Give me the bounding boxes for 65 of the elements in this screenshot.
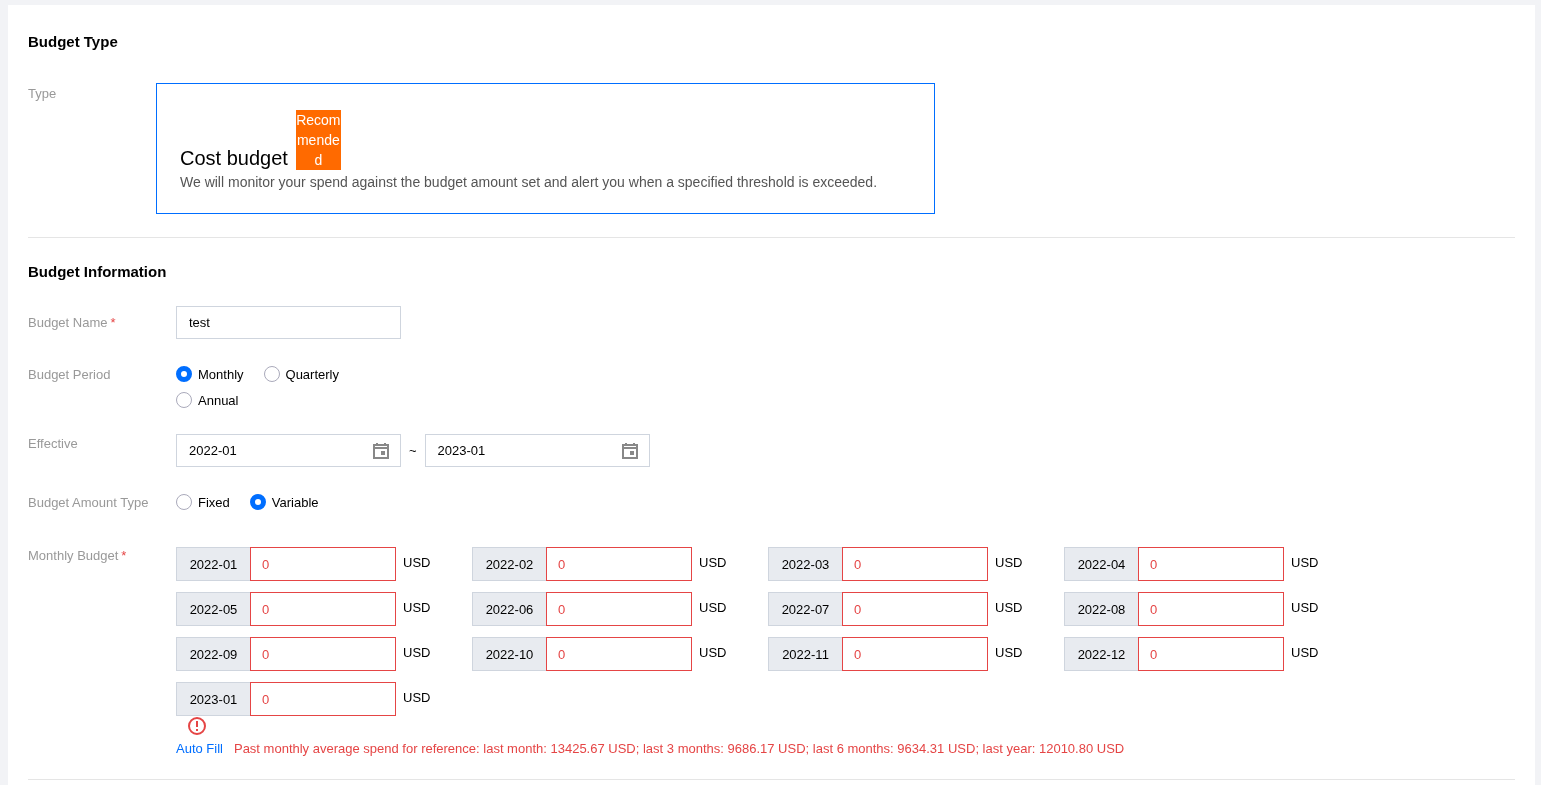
- currency-label: USD: [403, 555, 431, 570]
- card-description: We will monitor your spend against the budget amount set and alert you when a specified threshold is exceeded.: [180, 174, 879, 190]
- calendar-icon[interactable]: [620, 441, 639, 460]
- month-label: 2022-03: [768, 547, 842, 581]
- calendar-icon[interactable]: [372, 441, 390, 460]
- currency-label: USD: [403, 690, 431, 705]
- budget-name-field[interactable]: test: [176, 306, 401, 339]
- error-icon: [188, 717, 206, 735]
- amount-field[interactable]: 0: [546, 637, 692, 671]
- section-heading: Budget Information: [28, 262, 168, 282]
- section-heading: Budget Type: [28, 32, 119, 52]
- field-label: Effective: [28, 435, 79, 453]
- currency-label: USD: [699, 555, 727, 570]
- amount-field[interactable]: 0: [842, 547, 988, 581]
- recommended-badge: Recommended: [295, 110, 341, 170]
- currency-label: USD: [699, 600, 727, 615]
- month-label: 2022-05: [176, 592, 250, 626]
- start-date-field[interactable]: 2022-01: [176, 434, 401, 467]
- month-label: 2022-04: [1064, 547, 1138, 581]
- amount-field[interactable]: 0: [250, 637, 396, 671]
- amount-field[interactable]: 0: [250, 592, 396, 626]
- currency-label: USD: [403, 645, 431, 660]
- currency-label: USD: [995, 645, 1023, 660]
- auto-fill-link[interactable]: Auto Fill: [176, 741, 223, 756]
- currency-label: USD: [1291, 555, 1319, 570]
- month-label: 2023-01: [176, 682, 250, 716]
- amount-field[interactable]: 0: [546, 547, 692, 581]
- currency-label: USD: [699, 645, 727, 660]
- radio-option[interactable]: Variable: [249, 493, 319, 511]
- amount-field[interactable]: 0: [1138, 592, 1284, 626]
- field-label: Budget Period: [28, 366, 112, 384]
- card-title: Cost budget: [180, 147, 288, 170]
- month-label: 2022-01: [176, 547, 250, 581]
- radio-option[interactable]: Annual: [176, 391, 239, 409]
- radio-option[interactable]: Monthly: [176, 365, 244, 383]
- currency-label: USD: [403, 600, 431, 615]
- field-label: Monthly Budget *: [28, 547, 128, 565]
- amount-field[interactable]: 0: [842, 592, 988, 626]
- field-label: Type: [28, 85, 58, 103]
- field-label: Budget Name *: [28, 314, 117, 332]
- currency-label: USD: [1291, 600, 1319, 615]
- field-label: Budget Amount Type: [28, 494, 150, 512]
- month-label: 2022-10: [472, 637, 546, 671]
- amount-field[interactable]: 0: [1138, 637, 1284, 671]
- end-date-field[interactable]: 2023-01: [424, 434, 650, 467]
- month-label: 2022-09: [176, 637, 250, 671]
- month-label: 2022-02: [472, 547, 546, 581]
- amount-field[interactable]: 0: [250, 547, 396, 581]
- currency-label: USD: [1291, 645, 1319, 660]
- amount-field[interactable]: 0: [1138, 547, 1284, 581]
- month-label: 2022-08: [1064, 592, 1138, 626]
- radio-option[interactable]: Quarterly: [263, 365, 339, 383]
- reference-spend-text: Past monthly average spend for reference: last month: 13425.67 USD; last 3 months: 9686.17 USD; last 6 months: 9634.31 USD; last year: 12010.80 USD: [233, 741, 1125, 756]
- currency-label: USD: [995, 555, 1023, 570]
- range-separator: ~: [409, 443, 417, 458]
- budget-type-card[interactable]: Cost budget Recommended We will monitor your spend against the budget amount set and alert you when a specified threshold is exceeded.: [156, 83, 935, 214]
- month-label: 2022-12: [1064, 637, 1138, 671]
- month-label: 2022-07: [768, 592, 842, 626]
- amount-field[interactable]: 0: [546, 592, 692, 626]
- currency-label: USD: [995, 600, 1023, 615]
- month-label: 2022-11: [768, 637, 842, 671]
- amount-field[interactable]: 0: [250, 682, 396, 716]
- amount-field[interactable]: 0: [842, 637, 988, 671]
- radio-option[interactable]: Fixed: [176, 493, 230, 511]
- month-label: 2022-06: [472, 592, 546, 626]
